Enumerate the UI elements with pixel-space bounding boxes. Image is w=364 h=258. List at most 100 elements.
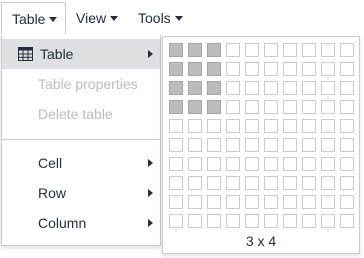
grid-cell[interactable]: [321, 81, 335, 95]
grid-cell[interactable]: [188, 100, 202, 114]
grid-cell[interactable]: [169, 176, 183, 190]
grid-cell[interactable]: [302, 214, 316, 228]
grid-cell[interactable]: [207, 119, 221, 133]
grid-cell[interactable]: [264, 119, 278, 133]
grid-cell[interactable]: [169, 157, 183, 171]
grid-cell[interactable]: [207, 62, 221, 76]
grid-cell[interactable]: [226, 138, 240, 152]
grid-cell[interactable]: [207, 81, 221, 95]
grid-cell[interactable]: [245, 195, 259, 209]
grid-cell[interactable]: [340, 100, 354, 114]
grid-cell[interactable]: [321, 176, 335, 190]
grid-cell[interactable]: [321, 119, 335, 133]
grid-cell[interactable]: [245, 119, 259, 133]
menu-item-column[interactable]: Column: [2, 208, 160, 238]
grid-cell[interactable]: [302, 176, 316, 190]
grid-cell[interactable]: [226, 157, 240, 171]
grid-cell[interactable]: [264, 176, 278, 190]
grid-cell[interactable]: [321, 195, 335, 209]
grid-cell[interactable]: [302, 195, 316, 209]
grid-cell[interactable]: [302, 138, 316, 152]
menu-item-table-properties[interactable]: Table properties: [2, 69, 160, 99]
grid-cell[interactable]: [264, 195, 278, 209]
grid-cell[interactable]: [207, 43, 221, 57]
grid-cell[interactable]: [340, 195, 354, 209]
grid-cell[interactable]: [302, 157, 316, 171]
grid-cell[interactable]: [169, 81, 183, 95]
menubar-table[interactable]: Table: [1, 2, 66, 34]
grid-cell[interactable]: [188, 62, 202, 76]
grid-cell[interactable]: [321, 62, 335, 76]
grid-cell[interactable]: [245, 157, 259, 171]
grid-cell[interactable]: [207, 138, 221, 152]
grid-cell[interactable]: [207, 195, 221, 209]
grid-cell[interactable]: [245, 43, 259, 57]
grid-cell[interactable]: [283, 119, 297, 133]
grid-cell[interactable]: [169, 195, 183, 209]
grid-cell[interactable]: [283, 138, 297, 152]
grid-cell[interactable]: [226, 119, 240, 133]
grid-cell[interactable]: [264, 157, 278, 171]
grid-cell[interactable]: [302, 62, 316, 76]
grid-cell[interactable]: [340, 214, 354, 228]
grid-cell[interactable]: [207, 176, 221, 190]
grid-cell[interactable]: [264, 138, 278, 152]
grid-cell[interactable]: [264, 43, 278, 57]
grid-cell[interactable]: [264, 214, 278, 228]
grid-cell[interactable]: [283, 195, 297, 209]
table-size-grid[interactable]: [169, 43, 359, 233]
menu-item-delete-table[interactable]: Delete table: [2, 99, 160, 129]
grid-cell[interactable]: [226, 214, 240, 228]
grid-cell[interactable]: [245, 81, 259, 95]
grid-cell[interactable]: [283, 62, 297, 76]
grid-cell[interactable]: [226, 195, 240, 209]
grid-cell[interactable]: [169, 100, 183, 114]
grid-cell[interactable]: [226, 176, 240, 190]
grid-cell[interactable]: [283, 157, 297, 171]
grid-cell[interactable]: [340, 119, 354, 133]
grid-cell[interactable]: [302, 43, 316, 57]
grid-cell[interactable]: [283, 100, 297, 114]
grid-cell[interactable]: [283, 43, 297, 57]
grid-cell[interactable]: [188, 195, 202, 209]
grid-cell[interactable]: [321, 43, 335, 57]
grid-cell[interactable]: [226, 81, 240, 95]
grid-cell[interactable]: [340, 62, 354, 76]
grid-cell[interactable]: [264, 100, 278, 114]
grid-cell[interactable]: [321, 214, 335, 228]
grid-cell[interactable]: [226, 62, 240, 76]
grid-cell[interactable]: [340, 157, 354, 171]
grid-cell[interactable]: [188, 81, 202, 95]
grid-cell[interactable]: [226, 43, 240, 57]
grid-cell[interactable]: [188, 43, 202, 57]
grid-cell[interactable]: [264, 62, 278, 76]
grid-cell[interactable]: [283, 81, 297, 95]
grid-cell[interactable]: [321, 100, 335, 114]
grid-cell[interactable]: [226, 100, 240, 114]
menu-item-row[interactable]: Row: [2, 178, 160, 208]
grid-cell[interactable]: [188, 119, 202, 133]
grid-cell[interactable]: [169, 138, 183, 152]
grid-cell[interactable]: [245, 176, 259, 190]
grid-cell[interactable]: [169, 62, 183, 76]
grid-cell[interactable]: [207, 100, 221, 114]
grid-cell[interactable]: [245, 62, 259, 76]
grid-cell[interactable]: [283, 176, 297, 190]
menu-item-table[interactable]: Table: [2, 39, 160, 69]
grid-cell[interactable]: [302, 119, 316, 133]
grid-cell[interactable]: [169, 43, 183, 57]
grid-cell[interactable]: [340, 176, 354, 190]
grid-cell[interactable]: [340, 43, 354, 57]
menubar-tools[interactable]: Tools: [128, 2, 187, 34]
grid-cell[interactable]: [169, 214, 183, 228]
menu-item-cell[interactable]: Cell: [2, 148, 160, 178]
grid-cell[interactable]: [188, 176, 202, 190]
grid-cell[interactable]: [340, 138, 354, 152]
grid-cell[interactable]: [169, 119, 183, 133]
grid-cell[interactable]: [188, 214, 202, 228]
menubar-view[interactable]: View: [66, 2, 122, 34]
grid-cell[interactable]: [245, 138, 259, 152]
grid-cell[interactable]: [207, 214, 221, 228]
grid-cell[interactable]: [321, 138, 335, 152]
grid-cell[interactable]: [283, 214, 297, 228]
